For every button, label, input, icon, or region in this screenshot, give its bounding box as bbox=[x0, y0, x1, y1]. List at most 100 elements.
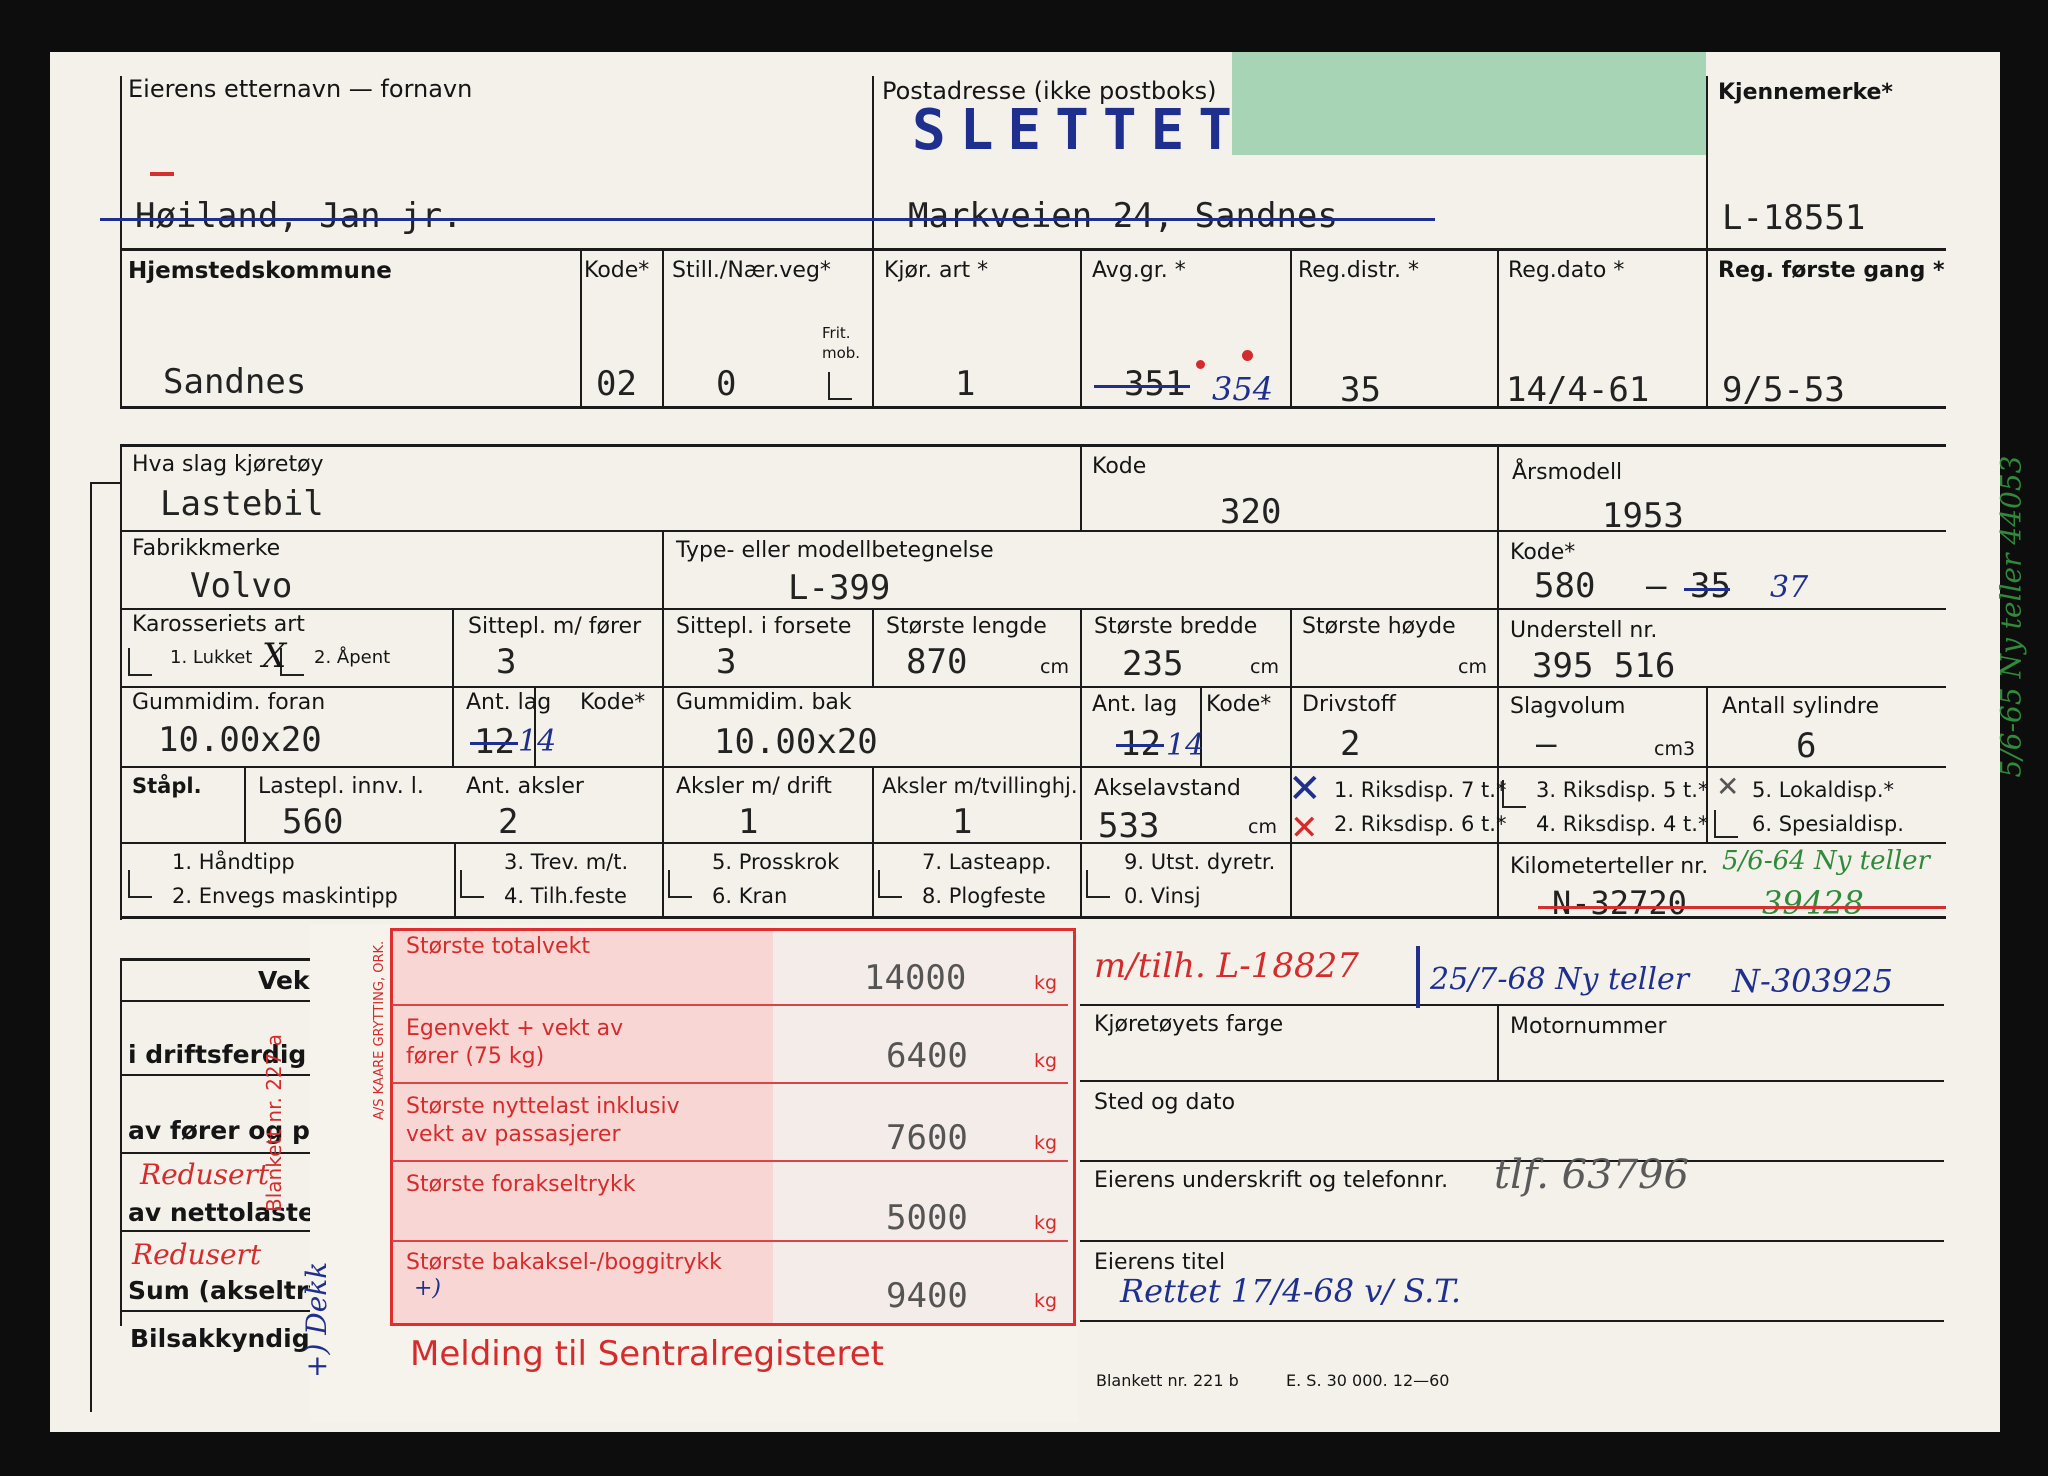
lengde-label: Største lengde bbox=[886, 614, 1047, 639]
w-forak-label: Største forakseltrykk bbox=[406, 1172, 636, 1197]
w-nytte-label-1: Største nyttelast inklusiv bbox=[406, 1094, 680, 1119]
km-note: 5/6-64 Ny teller bbox=[1722, 846, 1930, 876]
strike-km bbox=[1538, 906, 1946, 909]
telefon-note: tlf. 63796 bbox=[1494, 1152, 1689, 1198]
reg-mark-label: Kjennemerke* bbox=[1718, 80, 1893, 105]
kg-unit: kg bbox=[1034, 1212, 1058, 1234]
aksler-tvilling-value: 1 bbox=[952, 802, 973, 842]
slagvolum-label: Slagvolum bbox=[1510, 694, 1626, 719]
antlag-foran-label: Ant. lag bbox=[466, 690, 552, 715]
strike-owner bbox=[100, 218, 1435, 221]
regdistr-value: 35 bbox=[1340, 370, 1381, 410]
sylindre-label: Antall sylindre bbox=[1722, 694, 1880, 719]
gummi-bak-label: Gummidim. bak bbox=[676, 690, 852, 715]
riks3-checkbox[interactable] bbox=[1502, 780, 1526, 808]
opt6-label: 6. Kran bbox=[712, 884, 788, 908]
nettolast-label: av nettolasten bbox=[128, 1198, 333, 1227]
kg-unit: kg bbox=[1034, 1290, 1058, 1312]
w-total-label: Største totalvekt bbox=[406, 934, 590, 959]
understell-label: Understell nr. bbox=[1510, 618, 1658, 643]
apent-label: 2. Åpent bbox=[314, 647, 391, 668]
melding-title: Melding til Sentralregisteret bbox=[410, 1334, 884, 1374]
antlag-bak-label: Ant. lag bbox=[1092, 692, 1178, 717]
lukket-label: 1. Lukket bbox=[170, 647, 253, 668]
printer-label: A/S KAARE GRYTTING, ORK. bbox=[372, 940, 387, 1120]
redusert-note-1: Redusert bbox=[140, 1158, 270, 1191]
kode-bak-label: Kode* bbox=[1206, 692, 1272, 717]
es-label: E. S. 30 000. 12—60 bbox=[1286, 1371, 1450, 1390]
blue-divider-mark bbox=[1416, 946, 1420, 1008]
regdato-label: Reg.dato * bbox=[1508, 258, 1625, 283]
gummi-foran-label: Gummidim. foran bbox=[132, 690, 326, 715]
kg-unit: kg bbox=[1034, 1050, 1058, 1072]
lastepl-label: Lastepl. innv. l. bbox=[258, 774, 424, 799]
ny-teller-note: 25/7-68 Ny teller bbox=[1430, 962, 1690, 997]
opt56-checkbox[interactable] bbox=[668, 870, 692, 898]
spesial6-label: 6. Spesialdisp. bbox=[1752, 812, 1904, 836]
opt3-label: 3. Trev. m/t. bbox=[504, 850, 629, 874]
postal-value: Markveien 24, Sandnes bbox=[908, 196, 1338, 236]
fritmob-checkbox[interactable] bbox=[828, 372, 852, 400]
opt8-label: 8. Plogfeste bbox=[922, 884, 1046, 908]
kode2-old: 35 bbox=[1690, 566, 1731, 606]
w-egen-value: 6400 bbox=[886, 1036, 968, 1076]
kjor-label: Kjør. art * bbox=[884, 258, 989, 283]
regforste-value: 9/5-53 bbox=[1722, 370, 1845, 410]
hoyde-label: Største høyde bbox=[1302, 614, 1456, 639]
opt12-checkbox[interactable] bbox=[128, 870, 152, 898]
aksler-drift-label: Aksler m/ drift bbox=[676, 774, 832, 799]
red-dash-mark bbox=[150, 172, 174, 176]
blankett-221: Blankett nr. 221 b bbox=[1096, 1371, 1239, 1390]
opt90-checkbox[interactable] bbox=[1086, 870, 1110, 898]
bredde-label: Største bredde bbox=[1094, 614, 1258, 639]
w-nytte-value: 7600 bbox=[886, 1118, 968, 1158]
opt78-checkbox[interactable] bbox=[878, 870, 902, 898]
fabrikk-value: Volvo bbox=[190, 566, 293, 606]
type-kode-value: 320 bbox=[1220, 492, 1282, 532]
cm-unit: cm bbox=[1040, 656, 1069, 678]
aksler-label: Ant. aksler bbox=[466, 774, 584, 799]
karosseri-label: Karosseriets art bbox=[132, 612, 305, 637]
owner-name-value: Høiland, Jan jr. bbox=[135, 196, 463, 236]
lukket-checkbox[interactable] bbox=[128, 648, 152, 676]
riks2-label: 2. Riksdisp. 6 t.* bbox=[1334, 812, 1507, 836]
regdistr-label: Reg.distr. * bbox=[1298, 258, 1419, 283]
km-label: Kilometerteller nr. bbox=[1510, 854, 1709, 879]
cm-unit: cm bbox=[1248, 816, 1277, 838]
kode2-new: 37 bbox=[1770, 570, 1809, 605]
tittel-note: Rettet 17/4-68 v/ S.T. bbox=[1120, 1272, 1462, 1310]
gummi-foran-value: 10.00x20 bbox=[158, 720, 322, 760]
lokal-x-mark: ✕ bbox=[1716, 770, 1740, 803]
drivstoff-label: Drivstoff bbox=[1302, 692, 1396, 717]
ny-teller-value: N-303925 bbox=[1732, 962, 1893, 1000]
dekk-note: +) Dekk bbox=[300, 1261, 333, 1378]
akselavstand-value: 533 bbox=[1098, 806, 1160, 846]
opt0-label: 0. Vinsj bbox=[1124, 884, 1201, 908]
akselavstand-label: Akselavstand bbox=[1094, 776, 1241, 801]
spesial-checkbox[interactable] bbox=[1714, 810, 1738, 838]
strike-antlag-bak bbox=[1116, 744, 1164, 747]
regforste-label: Reg. første gang * bbox=[1718, 258, 1945, 283]
kode2-label: Kode* bbox=[1510, 540, 1576, 565]
riks1-label: 1. Riksdisp. 7 t.* bbox=[1334, 778, 1507, 802]
aksler-drift-value: 1 bbox=[738, 802, 759, 842]
understell-value: 395 516 bbox=[1532, 646, 1676, 686]
w-bak-label: Største bakaksel-/boggitrykk bbox=[406, 1250, 722, 1275]
avg-new-value: 354 bbox=[1212, 370, 1274, 408]
kode-foran-label: Kode* bbox=[580, 690, 646, 715]
riks1-x-mark: ✕ bbox=[1288, 766, 1322, 812]
opt34-checkbox[interactable] bbox=[460, 870, 484, 898]
strike-kode2 bbox=[1684, 588, 1730, 591]
fritmob-label: Frit. mob. bbox=[822, 324, 861, 362]
home-muni-value: Sandnes bbox=[163, 362, 307, 402]
cm-unit: cm bbox=[1458, 656, 1487, 678]
kg-unit: kg bbox=[1034, 972, 1058, 994]
w-bak-mark: +) bbox=[414, 1276, 442, 1301]
arsmodell-value: 1953 bbox=[1602, 496, 1684, 536]
lengde-value: 870 bbox=[906, 642, 968, 682]
redusert-note-2: Redusert bbox=[132, 1238, 262, 1271]
kode2-value: 580 bbox=[1534, 566, 1596, 606]
avg-label: Avg.gr. * bbox=[1092, 258, 1186, 283]
cm-unit: cm bbox=[1250, 656, 1279, 678]
slettet-stamp: SLETTET bbox=[912, 98, 1247, 163]
